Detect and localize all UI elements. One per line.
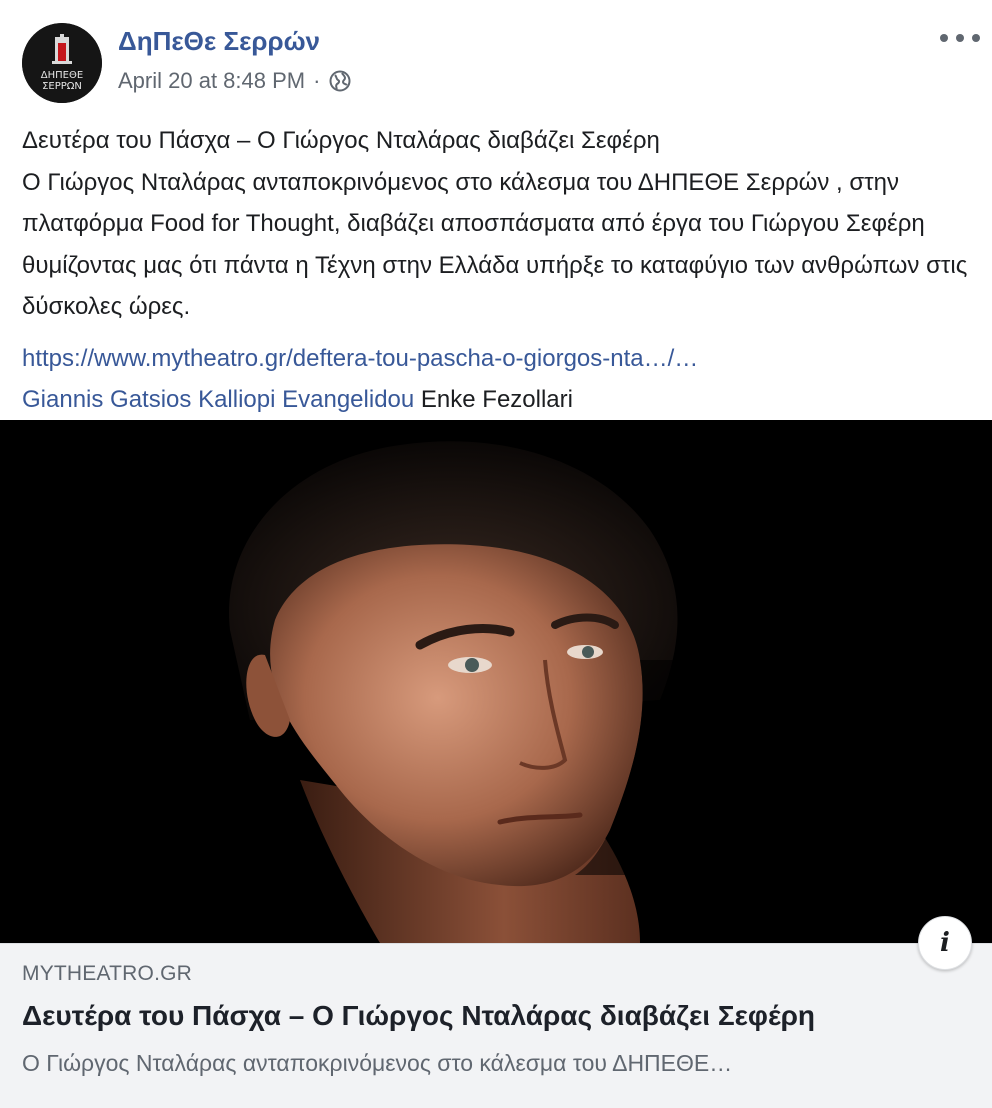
post-body: Ο Γιώργος Νταλάρας ανταποκρινόμενος στο … [22,168,968,321]
dot-icon [940,34,948,42]
preview-title[interactable]: Δευτέρα του Πάσχα – Ο Γιώργος Νταλάρας δ… [22,1000,815,1032]
portrait-photo-image [0,420,992,943]
tag-plain-enke-fezollari: Enke Fezollari [420,386,573,413]
post-url-link[interactable]: https://www.mytheatro.gr/deftera-tou-pas… [22,345,698,372]
post-text: Δευτέρα του Πάσχα – Ο Γιώργος Νταλάρας δ… [22,120,977,421]
facebook-post: ΔΗΠΕΘΕ ΣΕΡΡΩΝ ΔηΠεΘε Σερρών April 20 at … [0,0,992,1108]
page-name-link[interactable]: ΔηΠεΘε Σερρών [118,26,320,57]
dot-icon [956,34,964,42]
globe-icon[interactable] [328,69,352,93]
avatar-line1: ΔΗΠΕΘΕ [41,70,83,81]
post-timestamp[interactable]: April 20 at 8:48 PM [118,68,305,94]
page-avatar[interactable]: ΔΗΠΕΘΕ ΣΕΡΡΩΝ [22,23,102,103]
dot-icon [972,34,980,42]
meta-separator: · [313,68,321,93]
preview-description: Ο Γιώργος Νταλάρας ανταποκρινόμενος στο … [22,1050,733,1076]
theatre-logo-icon: ΔΗΠΕΘΕ ΣΕΡΡΩΝ [22,23,102,103]
tag-link-giannis-gatsios[interactable]: Giannis Gatsios [22,386,191,413]
link-preview-card[interactable]: MYTHEATRO.GR Δευτέρα του Πάσχα – Ο Γιώργ… [0,943,992,1108]
preview-domain: MYTHEATRO.GR [22,962,193,985]
post-meta: April 20 at 8:48 PM · [118,68,352,94]
link-preview-image[interactable] [0,420,992,943]
post-line-title: Δευτέρα του Πάσχα – Ο Γιώργος Νταλάρας δ… [22,127,660,154]
tag-link-kalliopi-evangelidou[interactable]: Kalliopi Evangelidou [198,386,414,413]
more-options-icon[interactable] [940,26,980,50]
tagged-people: Giannis Gatsios Kalliopi Evangelidou Enk… [22,379,977,421]
avatar-line2: ΣΕΡΡΩΝ [42,81,82,92]
info-icon[interactable]: i [918,916,972,970]
